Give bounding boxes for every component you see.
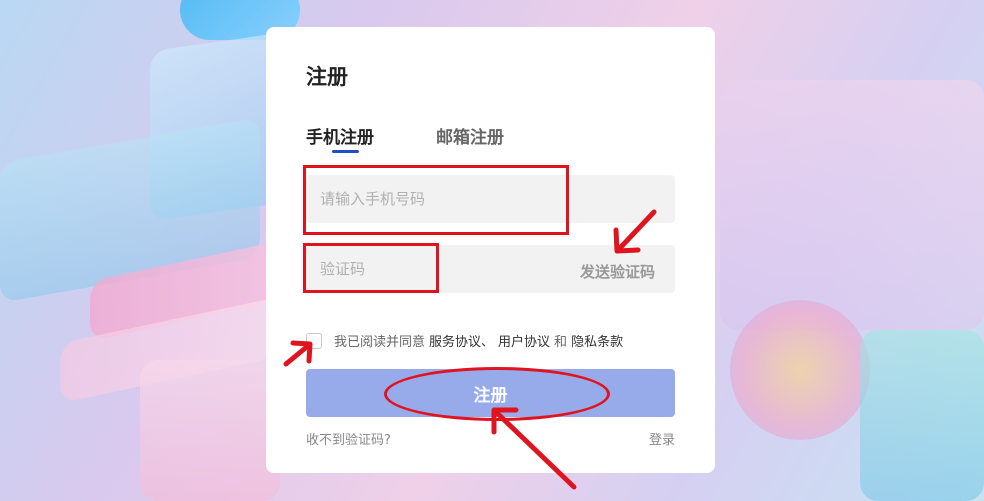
page-title: 注册 (306, 65, 348, 89)
decor-shape (140, 360, 280, 501)
decor-shape (720, 80, 984, 330)
privacy-policy-link[interactable]: 隐私条款 (571, 331, 623, 350)
active-tab-indicator (332, 150, 359, 153)
send-code-button[interactable]: 发送验证码 (580, 261, 655, 282)
user-agreement-link[interactable]: 用户协议 (498, 331, 550, 350)
agreement-row: 我已阅读并同意 服务协议、 用户协议 和 隐私条款 (306, 331, 627, 350)
register-card: 注册 手机注册 邮箱注册 发送验证码 我已阅读并同意 服务协议、 用户协议 和 … (266, 27, 715, 473)
decor-shape (730, 300, 870, 440)
agreement-prefix: 我已阅读并同意 (334, 335, 426, 350)
phone-input[interactable] (306, 175, 675, 223)
agreement-and: 和 (554, 335, 568, 350)
register-button[interactable]: 注册 (306, 369, 675, 417)
service-agreement-link[interactable]: 服务协议、 (429, 331, 494, 350)
agreement-checkbox[interactable] (306, 332, 322, 349)
login-link[interactable]: 登录 (649, 429, 675, 448)
decor-shape (860, 330, 984, 501)
tab-email-register[interactable]: 邮箱注册 (436, 123, 504, 148)
no-code-link[interactable]: 收不到验证码? (306, 429, 391, 448)
tab-phone-register[interactable]: 手机注册 (306, 123, 374, 148)
